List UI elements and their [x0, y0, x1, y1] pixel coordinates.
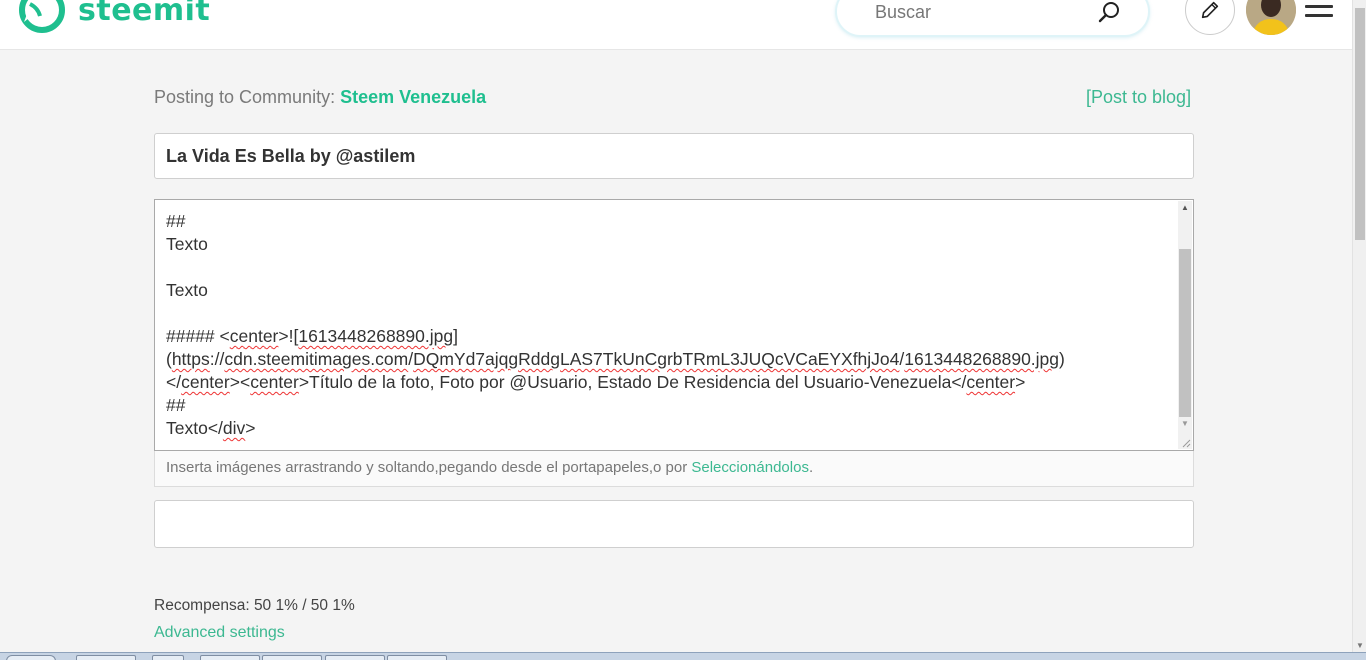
- editor-scrollbar[interactable]: ▲ ▼: [1178, 201, 1192, 449]
- taskbar-item[interactable]: [152, 655, 184, 660]
- user-avatar-image: [1246, 0, 1296, 35]
- steemit-logo-icon: [19, 0, 65, 33]
- search-input[interactable]: [875, 2, 1095, 23]
- taskbar-start-button[interactable]: [6, 655, 56, 660]
- post-title-input[interactable]: [154, 133, 1194, 179]
- post-body-editor[interactable]: ## Texto Texto ##### <center>![161344826…: [154, 199, 1194, 451]
- pencil-icon: [1201, 1, 1219, 19]
- posting-to-community: Posting to Community: Steem Venezuela: [154, 87, 486, 108]
- avatar[interactable]: [1246, 0, 1296, 35]
- upload-hint-suffix: .: [808, 459, 814, 476]
- reward-setting: Recompensa: 50 1% / 50 1%: [154, 597, 355, 614]
- advanced-settings-link[interactable]: Advanced settings: [154, 624, 285, 642]
- taskbar-item[interactable]: [262, 655, 322, 660]
- post-to-blog-link[interactable]: [Post to blog]: [1086, 87, 1191, 108]
- search-icon[interactable]: [1098, 0, 1122, 24]
- image-upload-hint: Inserta imágenes arrastrando y soltando,…: [154, 451, 1194, 487]
- scroll-down-arrow-icon[interactable]: ▼: [1181, 419, 1189, 428]
- hamburger-menu-icon[interactable]: [1305, 0, 1333, 24]
- os-taskbar: [0, 652, 1366, 660]
- resize-handle-icon[interactable]: [1181, 438, 1191, 448]
- posting-prefix: Posting to Community:: [154, 87, 336, 107]
- taskbar-item[interactable]: [387, 655, 447, 660]
- scroll-down-arrow-icon[interactable]: ▼: [1356, 641, 1364, 650]
- logo-text: steemit: [78, 0, 211, 28]
- steemit-logo[interactable]: steemit: [18, 0, 210, 34]
- editor-scrollbar-thumb[interactable]: [1179, 249, 1191, 417]
- page-scrollbar[interactable]: ▼: [1352, 0, 1366, 652]
- scroll-up-arrow-icon[interactable]: ▲: [1181, 203, 1189, 212]
- post-body-text[interactable]: ## Texto Texto ##### <center>![161344826…: [166, 210, 1166, 440]
- page-scrollbar-thumb[interactable]: [1355, 8, 1365, 240]
- upload-hint-text: Inserta imágenes arrastrando y soltando,…: [166, 459, 692, 476]
- search-box[interactable]: [835, 0, 1150, 37]
- taskbar-item[interactable]: [325, 655, 385, 660]
- write-post-button[interactable]: [1185, 0, 1235, 35]
- select-images-link[interactable]: Seleccionándolos: [691, 459, 809, 476]
- top-navigation-bar: steemit: [0, 0, 1352, 50]
- taskbar-item[interactable]: [200, 655, 260, 660]
- community-link[interactable]: Steem Venezuela: [340, 87, 486, 107]
- taskbar-item[interactable]: [76, 655, 136, 660]
- tags-input[interactable]: [154, 500, 1194, 548]
